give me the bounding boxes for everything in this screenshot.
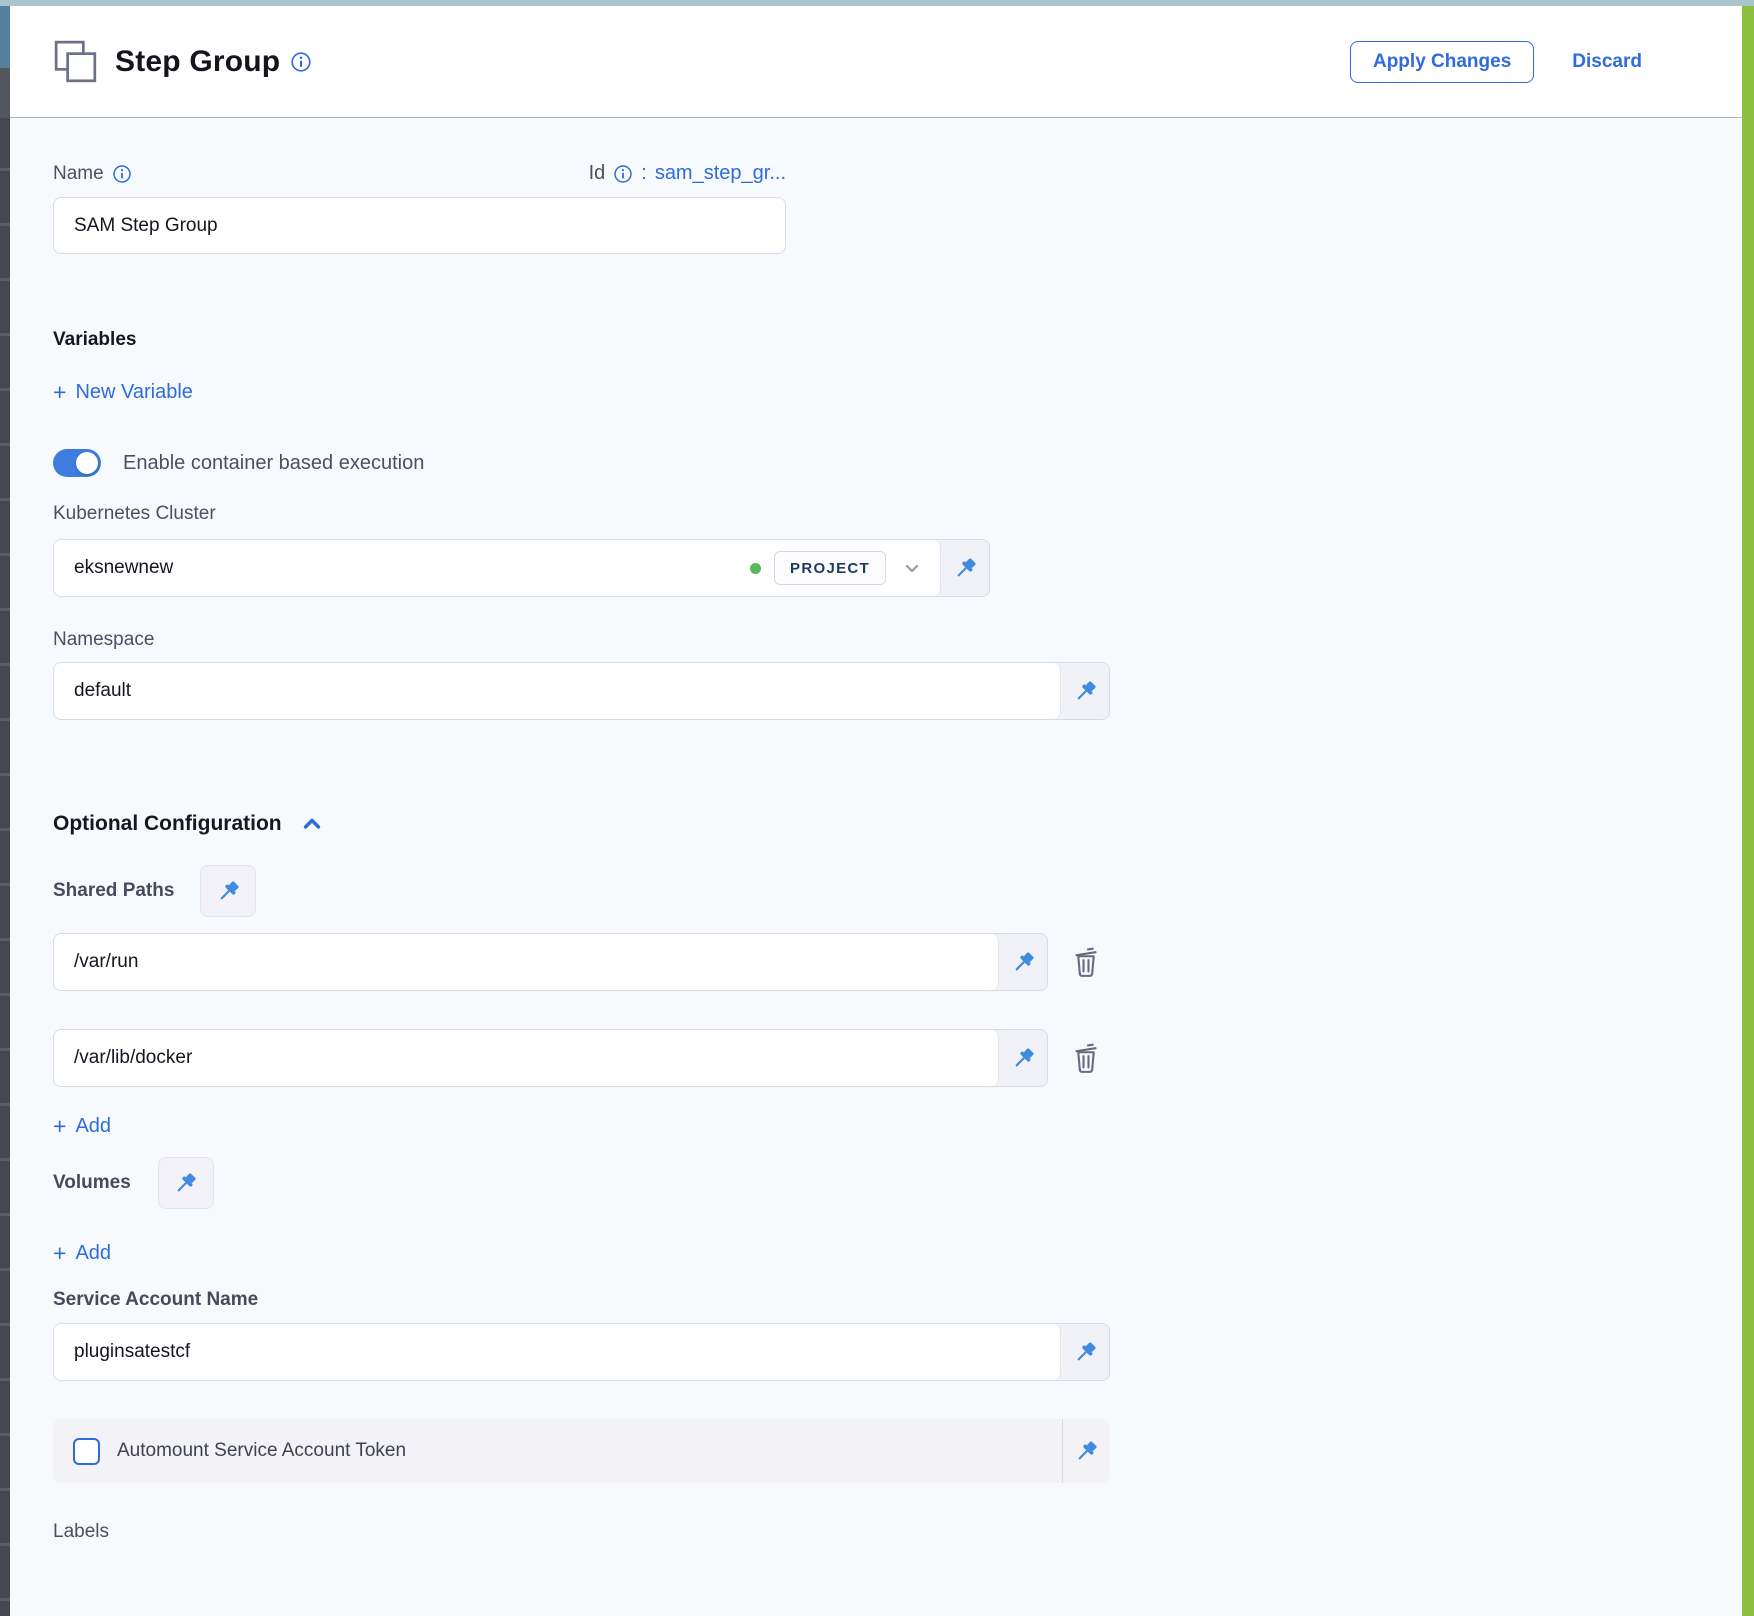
kubernetes-cluster-label: Kubernetes Cluster — [53, 503, 1742, 525]
chevron-down-icon[interactable] — [900, 556, 924, 580]
id-colon: : — [641, 162, 647, 185]
shared-path-row — [53, 1029, 1742, 1087]
shared-paths-label: Shared Paths — [53, 880, 174, 902]
name-info-icon[interactable] — [112, 164, 132, 184]
delete-shared-path-2-button[interactable] — [1070, 1041, 1102, 1075]
toggle-knob — [76, 452, 98, 474]
top-edge-strip — [0, 0, 1754, 6]
drawer-content: Name Id : — [10, 162, 1742, 1543]
service-account-field-group — [53, 1323, 1110, 1381]
namespace-pin-button[interactable] — [1061, 663, 1109, 719]
id-label: Id — [589, 162, 606, 185]
variables-section-title: Variables — [53, 329, 1742, 351]
automount-checkbox[interactable] — [73, 1438, 100, 1465]
step-group-drawer: Step Group Apply Changes Discard Name — [10, 6, 1742, 1616]
cluster-pin-button[interactable] — [941, 540, 989, 596]
apply-changes-button[interactable]: Apply Changes — [1350, 41, 1534, 83]
container-execution-label: Enable container based execution — [123, 452, 424, 475]
service-account-pin-button[interactable] — [1061, 1324, 1109, 1380]
optional-configuration-title: Optional Configuration — [53, 812, 282, 836]
left-edge-strip-blue — [0, 6, 10, 68]
kubernetes-cluster-select[interactable]: eksnewnew PROJECT — [53, 539, 990, 597]
delete-shared-path-1-button[interactable] — [1070, 945, 1102, 979]
name-label: Name — [53, 163, 104, 185]
volumes-label: Volumes — [53, 1172, 131, 1194]
add-shared-path-button[interactable]: + Add — [53, 1115, 111, 1138]
shared-path-1-pin-button[interactable] — [999, 934, 1047, 990]
id-value: sam_step_gr... — [655, 162, 786, 185]
shared-path-input-2[interactable] — [74, 1047, 982, 1069]
plus-icon: + — [53, 1242, 66, 1265]
automount-row: Automount Service Account Token — [53, 1419, 1110, 1483]
shared-path-input-1[interactable] — [74, 951, 982, 973]
left-edge-strip — [0, 6, 10, 1616]
kubernetes-cluster-value: eksnewnew — [74, 557, 750, 579]
service-account-input[interactable] — [74, 1341, 1044, 1363]
drawer-header: Step Group Apply Changes Discard — [10, 6, 1742, 118]
automount-pin-button[interactable] — [1062, 1419, 1110, 1483]
namespace-input[interactable] — [74, 680, 1044, 702]
namespace-label: Namespace — [53, 629, 1742, 651]
shared-paths-pin-button[interactable] — [200, 865, 256, 917]
page-title: Step Group — [115, 45, 280, 79]
id-info-icon[interactable] — [613, 164, 633, 184]
discard-button[interactable]: Discard — [1572, 51, 1642, 73]
shared-path-row — [53, 933, 1742, 991]
connector-status-dot — [750, 563, 761, 574]
left-edge-strip-mid — [0, 68, 10, 118]
plus-icon: + — [53, 381, 66, 404]
shared-path-2-pin-button[interactable] — [999, 1030, 1047, 1086]
automount-label: Automount Service Account Token — [117, 1440, 406, 1462]
entity-id: Id : sam_step_gr... — [589, 162, 786, 185]
new-variable-button[interactable]: + New Variable — [53, 381, 193, 404]
right-edge-strip — [1742, 6, 1754, 1616]
labels-section-label: Labels — [53, 1521, 1742, 1543]
name-input[interactable] — [53, 197, 786, 254]
namespace-field-group — [53, 662, 1110, 720]
info-icon[interactable] — [290, 51, 312, 73]
volumes-pin-button[interactable] — [158, 1157, 214, 1209]
container-execution-toggle[interactable] — [53, 449, 101, 477]
step-group-icon — [53, 39, 99, 85]
plus-icon: + — [53, 1115, 66, 1138]
scope-badge: PROJECT — [774, 551, 886, 585]
collapse-chevron-up-icon[interactable] — [298, 810, 326, 838]
service-account-label: Service Account Name — [53, 1289, 1742, 1311]
add-volume-button[interactable]: + Add — [53, 1242, 111, 1265]
